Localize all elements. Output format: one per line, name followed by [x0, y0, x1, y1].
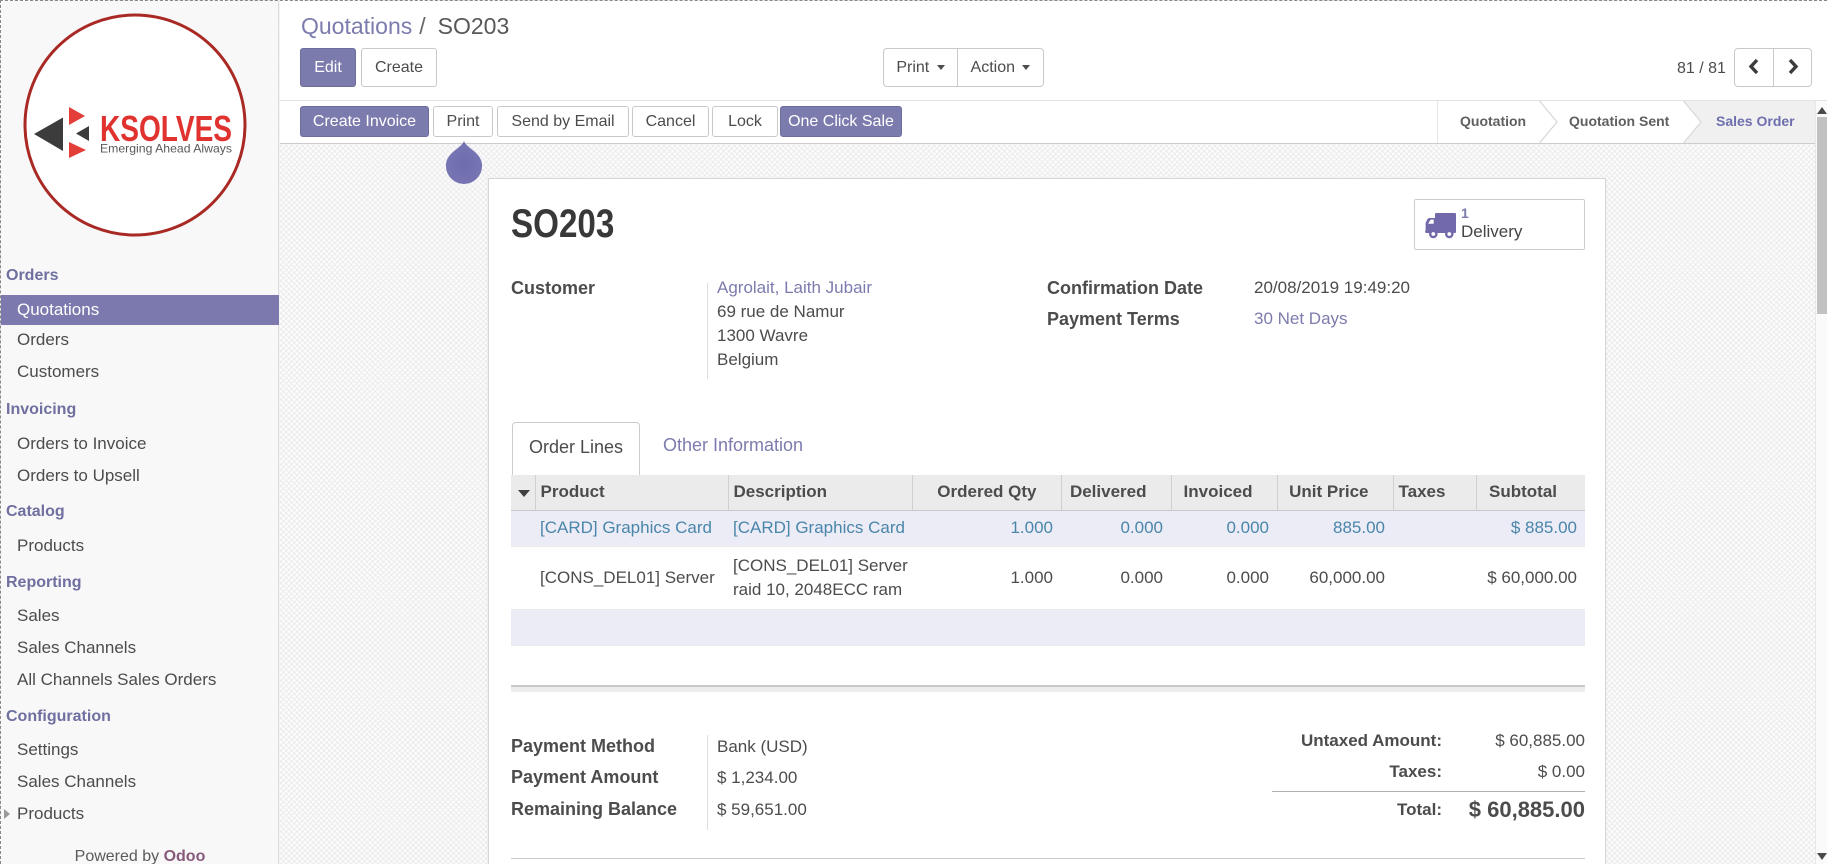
svg-text:Emerging Ahead Always: Emerging Ahead Always [100, 142, 232, 156]
